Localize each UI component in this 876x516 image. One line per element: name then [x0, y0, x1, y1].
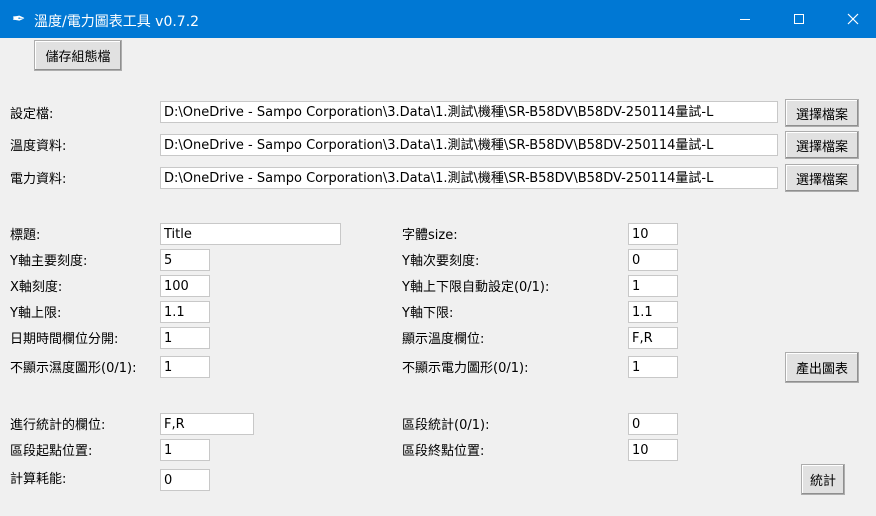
- stat-columns-input[interactable]: F,R: [160, 413, 254, 435]
- temp-data-label: 溫度資料:: [10, 139, 67, 154]
- y-major-tick-label: Y軸主要刻度:: [10, 254, 88, 269]
- temp-data-input[interactable]: D:\OneDrive - Sampo Corporation\3.Data\1…: [160, 134, 778, 156]
- feather-icon: ✒: [12, 9, 26, 28]
- x-tick-label: X軸刻度:: [10, 280, 63, 295]
- y-min-label: Y軸下限:: [402, 306, 454, 321]
- segment-stat-input[interactable]: 0: [628, 413, 678, 435]
- y-max-label: Y軸上限:: [10, 306, 62, 321]
- save-config-button[interactable]: 儲存組態檔: [34, 40, 122, 71]
- temp-browse-button[interactable]: 選擇檔案: [785, 131, 859, 159]
- minimize-icon: [740, 19, 750, 20]
- hide-power-label: 不顯示電力圖形(0/1):: [402, 361, 529, 376]
- font-size-label: 字體size:: [402, 228, 458, 243]
- minimize-button[interactable]: [722, 0, 768, 38]
- y-auto-range-input[interactable]: 1: [628, 275, 678, 297]
- power-data-input[interactable]: D:\OneDrive - Sampo Corporation\3.Data\1…: [160, 167, 778, 189]
- segment-end-label: 區段終點位置:: [402, 444, 485, 459]
- segment-stat-label: 區段統計(0/1):: [402, 418, 490, 433]
- show-temp-columns-input[interactable]: F,R: [628, 327, 678, 349]
- maximize-icon: [794, 14, 804, 24]
- datetime-split-input[interactable]: 1: [160, 327, 210, 349]
- x-tick-input[interactable]: 100: [160, 275, 210, 297]
- y-minor-tick-label: Y軸次要刻度:: [402, 254, 480, 269]
- show-temp-columns-label: 顯示溫度欄位:: [402, 332, 485, 347]
- title-label: 標題:: [10, 228, 41, 243]
- y-max-input[interactable]: 1.1: [160, 301, 210, 323]
- config-browse-button[interactable]: 選擇檔案: [785, 99, 859, 127]
- power-data-label: 電力資料:: [10, 172, 67, 187]
- config-file-input[interactable]: D:\OneDrive - Sampo Corporation\3.Data\1…: [160, 101, 778, 123]
- title-input[interactable]: Title: [160, 223, 341, 245]
- statistics-button[interactable]: 統計: [801, 464, 845, 495]
- hide-humidity-input[interactable]: 1: [160, 356, 210, 378]
- maximize-button[interactable]: [776, 0, 822, 38]
- datetime-split-label: 日期時間欄位分開:: [10, 332, 119, 347]
- calc-energy-label: 計算耗能:: [10, 472, 67, 487]
- segment-start-label: 區段起點位置:: [10, 444, 93, 459]
- hide-power-input[interactable]: 1: [628, 356, 678, 378]
- close-button[interactable]: [830, 0, 876, 38]
- stat-columns-label: 進行統計的欄位:: [10, 418, 106, 433]
- y-auto-range-label: Y軸上下限自動設定(0/1):: [402, 280, 550, 295]
- segment-start-input[interactable]: 1: [160, 439, 210, 461]
- title-bar: ✒ 溫度/電力圖表工具 v0.7.2: [0, 0, 876, 38]
- y-minor-tick-input[interactable]: 0: [628, 249, 678, 271]
- power-browse-button[interactable]: 選擇檔案: [785, 164, 859, 192]
- window-title: 溫度/電力圖表工具 v0.7.2: [34, 14, 200, 30]
- y-major-tick-input[interactable]: 5: [160, 249, 210, 271]
- hide-humidity-label: 不顯示濕度圖形(0/1):: [10, 361, 137, 376]
- calc-energy-input[interactable]: 0: [160, 469, 210, 491]
- config-file-label: 設定檔:: [10, 107, 54, 122]
- export-chart-button[interactable]: 產出圖表: [785, 352, 859, 383]
- y-min-input[interactable]: 1.1: [628, 301, 678, 323]
- close-icon: [847, 13, 859, 25]
- font-size-input[interactable]: 10: [628, 223, 678, 245]
- segment-end-input[interactable]: 10: [628, 439, 678, 461]
